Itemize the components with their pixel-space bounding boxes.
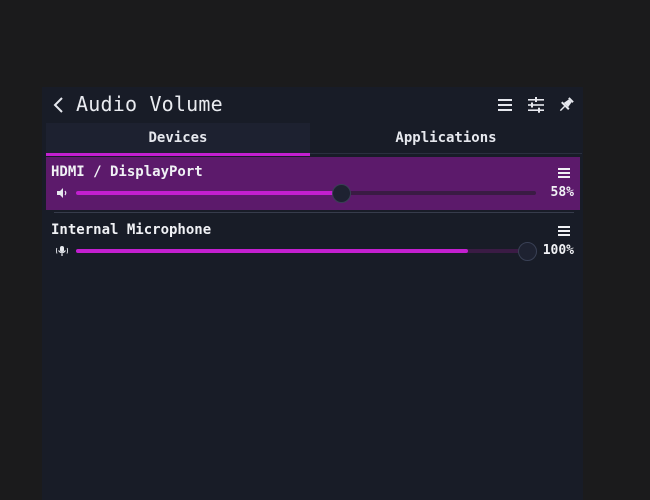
volume-percent: 58% [550,185,574,200]
device-row-hdmi[interactable]: HDMI / DisplayPort 58% [46,157,580,210]
microphone-icon[interactable] [56,245,68,257]
active-tab-indicator [46,153,310,156]
device-name: HDMI / DisplayPort [51,164,203,180]
device-row-internal-microphone[interactable]: Internal Microphone 100% [46,215,580,267]
device-name: Internal Microphone [51,222,212,238]
tab-divider [310,153,582,154]
speaker-icon[interactable] [56,187,68,199]
volume-slider-fill [76,191,341,195]
page-title: Audio Volume [76,92,223,116]
menu-icon[interactable] [496,96,514,114]
back-chevron-icon[interactable] [52,96,66,114]
tab-applications[interactable]: Applications [310,123,582,153]
volume-percent: 100% [542,243,574,258]
device-menu-icon[interactable] [558,167,570,179]
tab-devices[interactable]: Devices [46,123,310,153]
volume-slider-knob[interactable] [332,184,351,203]
volume-slider-fill [76,249,468,253]
device-separator [54,212,574,213]
device-menu-icon[interactable] [558,225,570,237]
volume-slider-track[interactable] [76,191,536,195]
settings-sliders-icon[interactable] [527,96,545,114]
header: Audio Volume [42,87,583,123]
tab-bar: Devices Applications [46,123,582,156]
pin-icon[interactable] [557,96,575,114]
volume-slider-knob[interactable] [518,242,537,261]
volume-slider-track[interactable] [76,249,526,253]
audio-volume-panel: Audio Volume Devices Applications HDMI /… [42,87,583,500]
